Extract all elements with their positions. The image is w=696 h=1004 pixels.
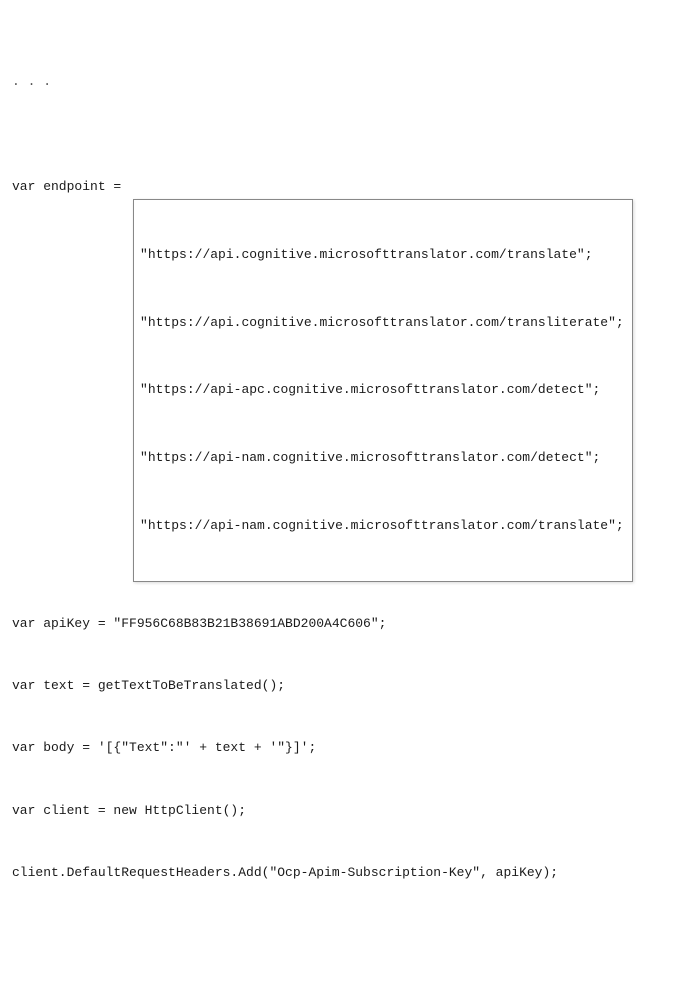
endpoint-dropdown-list[interactable]: "https://api.cognitive.microsofttranslat… xyxy=(133,199,633,581)
dropdown-item-1[interactable]: "https://api.cognitive.microsofttranslat… xyxy=(134,242,632,268)
dropdown-item-2[interactable]: "https://api.cognitive.microsofttranslat… xyxy=(134,310,632,336)
code-line-body: var body = '[{"Text":"' + text + '"}]'; xyxy=(12,738,684,759)
code-editor: . . . var endpoint = ▼ "https://api.cogn… xyxy=(12,10,684,1004)
dropdown-item-4[interactable]: "https://api-nam.cognitive.microsofttran… xyxy=(134,445,632,471)
endpoint-dropdown[interactable]: ▼ "https://api.cognitive.microsofttransl… xyxy=(133,177,613,303)
var-endpoint-prefix: var endpoint = xyxy=(12,177,129,198)
dropdown-item-3[interactable]: "https://api-apc.cognitive.microsofttran… xyxy=(134,377,632,403)
dropdown-item-5[interactable]: "https://api-nam.cognitive.microsofttran… xyxy=(134,513,632,539)
var-endpoint-line: var endpoint = ▼ "https://api.cognitive.… xyxy=(12,177,684,303)
code-line-text: var text = getTextToBeTranslated(); xyxy=(12,676,684,697)
code-section-1: var apiKey = "FF956C68B83B21B38691ABD200… xyxy=(12,572,684,926)
ellipsis-top: . . . xyxy=(12,72,684,93)
code-line-client: var client = new HttpClient(); xyxy=(12,801,684,822)
code-line-headers: client.DefaultRequestHeaders.Add("Ocp-Ap… xyxy=(12,863,684,884)
code-line-apikey: var apiKey = "FF956C68B83B21B38691ABD200… xyxy=(12,614,684,635)
